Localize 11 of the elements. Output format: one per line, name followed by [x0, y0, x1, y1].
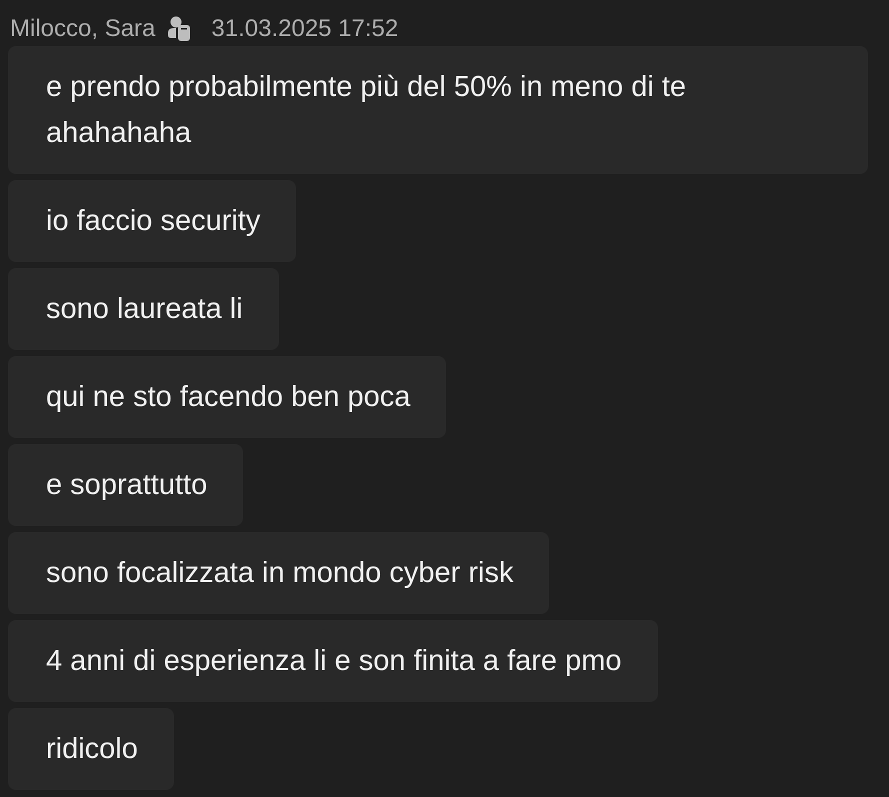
- contact-icon: [167, 16, 192, 42]
- message-bubble: io faccio security: [8, 180, 296, 262]
- message-bubble: e prendo probabilmente più del 50% in meno di te ahahahaha: [8, 46, 868, 174]
- message-bubble: sono laureata li: [8, 268, 279, 350]
- message-bubble: e soprattutto: [8, 444, 244, 526]
- message-bubble: qui ne sto facendo ben poca: [8, 356, 446, 438]
- message-bubble: sono focalizzata in mondo cyber risk: [8, 532, 550, 614]
- sender-name: Milocco, Sara: [10, 14, 156, 44]
- timestamp: 31.03.2025 17:52: [211, 14, 398, 44]
- message-bubble: ridicolo: [8, 708, 174, 790]
- message-bubble: 4 anni di esperienza li e son finita a fare pmo: [8, 620, 658, 702]
